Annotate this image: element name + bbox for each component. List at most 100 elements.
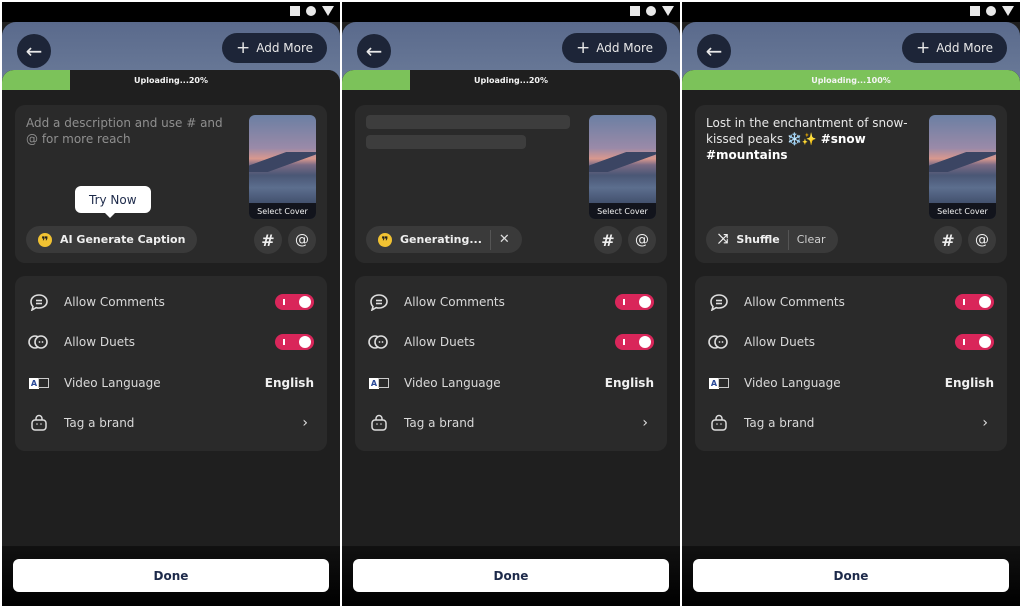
hashtag-button[interactable]: # [594,226,622,254]
video-language-row[interactable]: A Video Language English [695,363,1007,403]
hash-icon: # [941,230,955,250]
language-icon: A [708,377,730,389]
settings-card: Allow Comments Allow Duets A Video Langu… [355,276,667,451]
tag-brand-row[interactable]: Tag a brand › [695,403,1007,443]
allow-duets-row: Allow Duets [15,322,327,362]
allow-duets-toggle[interactable] [615,334,654,350]
back-button[interactable]: ← [357,34,391,68]
allow-comments-row: Allow Comments [15,282,327,322]
video-language-label: Video Language [404,376,501,390]
allow-comments-label: Allow Comments [404,295,505,309]
ai-quote-icon: ❞ [378,232,392,248]
cancel-generate-button[interactable]: ✕ [499,232,510,247]
hashtag-button[interactable]: # [934,226,962,254]
description-card: Select Cover ❞ Generating... ✕ # @ [355,105,667,263]
shuffle-button[interactable]: Shuffle [736,233,779,246]
add-more-button[interactable]: + Add More [561,33,667,63]
ai-generate-caption-button[interactable]: ❞ AI Generate Caption [26,226,198,253]
home-icon [306,6,316,16]
back-button[interactable]: ← [697,34,731,68]
recents-icon [290,6,300,16]
select-cover-button[interactable]: Select Cover [589,115,656,219]
allow-duets-label: Allow Duets [744,335,816,349]
mention-button[interactable]: @ [968,226,996,254]
bottom-bar: Done [682,546,1020,606]
screen-generating: ← + Add More Uploading...20% Select Cover… [342,2,680,606]
arrow-left-icon: ← [705,39,723,63]
done-button[interactable]: Done [353,559,669,592]
mention-button[interactable]: @ [288,226,316,254]
add-more-button[interactable]: + Add More [901,33,1007,63]
tag-brand-label: Tag a brand [404,416,475,430]
plus-icon: + [915,37,931,58]
video-language-value: English [264,376,314,390]
allow-duets-toggle[interactable] [275,334,314,350]
content: Uploading...100% Lost in the enchantment… [682,70,1020,606]
generating-label: Generating... [400,233,482,246]
divider [489,229,491,250]
cover-label: Select Cover [589,203,656,219]
shopping-bag-icon [368,414,390,432]
shopping-bag-icon [708,414,730,432]
allow-comments-toggle[interactable] [275,294,314,310]
back-button[interactable]: ← [17,34,51,68]
upload-progress: Uploading...20% [2,70,340,90]
duet-icon [368,334,390,350]
cover-label: Select Cover [249,203,316,219]
duet-icon [28,334,50,350]
allow-duets-row: Allow Duets [695,322,1007,362]
add-more-label: Add More [596,41,653,55]
clear-button[interactable]: Clear [797,233,826,246]
description-input[interactable]: Add a description and use # and @ for mo… [26,115,238,147]
plus-icon: + [235,37,251,58]
description-input[interactable]: Lost in the enchantment of snow-kissed p… [706,115,918,163]
add-more-label: Add More [256,41,313,55]
home-icon [646,6,656,16]
video-language-label: Video Language [64,376,161,390]
status-bar [342,2,680,22]
tag-brand-label: Tag a brand [744,416,815,430]
allow-duets-label: Allow Duets [404,335,476,349]
mention-button[interactable]: @ [628,226,656,254]
done-button[interactable]: Done [13,559,329,592]
done-button[interactable]: Done [693,559,1009,592]
comment-icon [28,293,50,311]
content: Uploading...20% Add a description and us… [2,70,340,606]
allow-comments-toggle[interactable] [615,294,654,310]
back-nav-icon [1002,6,1014,16]
language-icon: A [28,377,50,389]
progress-label: Uploading...100% [811,75,891,85]
video-language-value: English [944,376,994,390]
back-nav-icon [322,6,334,16]
upload-progress: Uploading...100% [682,70,1020,90]
select-cover-button[interactable]: Select Cover [929,115,996,219]
settings-card: Allow Comments Allow Duets A Video Langu… [695,276,1007,451]
chevron-right-icon: › [302,415,308,431]
cover-label: Select Cover [929,203,996,219]
chevron-right-icon: › [642,415,648,431]
arrow-left-icon: ← [25,39,43,63]
video-language-row[interactable]: A Video Language English [355,363,667,403]
allow-comments-toggle[interactable] [955,294,994,310]
try-now-tooltip: Try Now [75,186,151,218]
allow-duets-row: Allow Duets [355,322,667,362]
status-bar [2,2,340,22]
skeleton-line [366,115,570,129]
bottom-bar: Done [342,546,680,606]
hashtag-button[interactable]: # [254,226,282,254]
allow-duets-toggle[interactable] [955,334,994,350]
content: Uploading...20% Select Cover ❞ Generating… [342,70,680,606]
add-more-button[interactable]: + Add More [221,33,327,63]
comment-icon [368,293,390,311]
allow-comments-label: Allow Comments [744,295,845,309]
tag-brand-row[interactable]: Tag a brand › [15,403,327,443]
cover-image [249,152,316,172]
cover-image [929,152,996,172]
video-language-row[interactable]: A Video Language English [15,363,327,403]
select-cover-button[interactable]: Select Cover [249,115,316,219]
skeleton-line [366,135,526,149]
tag-brand-row[interactable]: Tag a brand › [355,403,667,443]
allow-comments-label: Allow Comments [64,295,165,309]
video-language-label: Video Language [744,376,841,390]
allow-comments-row: Allow Comments [355,282,667,322]
